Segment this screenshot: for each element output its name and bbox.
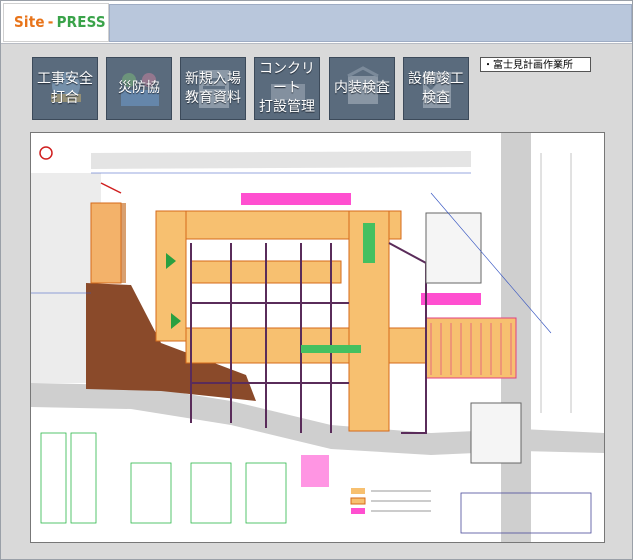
disaster-prevention-button[interactable]: 災防協 (106, 57, 172, 120)
logo-part-press: PRESS (56, 13, 106, 31)
logo-box: Site - PRESS (3, 3, 109, 42)
equipment-completion-label: 設備竣工 検査 (408, 70, 464, 106)
concrete-placement-button[interactable]: コンクリート 打設管理 (254, 57, 320, 120)
safety-meeting-button[interactable]: 工事安全 打合 (32, 57, 98, 120)
safety-meeting-label: 工事安全 打合 (37, 70, 93, 106)
header-bar: Site - PRESS (1, 1, 632, 44)
app-frame: Site - PRESS 工事安全 打合 災防協 新規入場 教育資料 コンクリート … (0, 0, 633, 560)
interior-inspection-label: 内装検査 (334, 80, 390, 96)
logo-separator: - (47, 13, 54, 31)
site-plan-drawing[interactable] (30, 132, 605, 543)
logo-part-site: Site (14, 13, 45, 31)
concrete-placement-label: コンクリート 打設管理 (259, 61, 315, 115)
interior-inspection-button[interactable]: 内装検査 (329, 57, 395, 120)
new-entry-training-button[interactable]: 新規入場 教育資料 (180, 57, 246, 120)
equipment-completion-button[interactable]: 設備竣工 検査 (403, 57, 469, 120)
site-plan-image (31, 133, 604, 542)
disaster-prevention-label: 災防協 (118, 80, 160, 96)
header-title-strip (109, 4, 632, 42)
app-logo: Site - PRESS (14, 13, 106, 31)
new-entry-training-label: 新規入場 教育資料 (185, 70, 241, 106)
site-selector[interactable]: ・富士見計画作業所 (480, 57, 591, 72)
